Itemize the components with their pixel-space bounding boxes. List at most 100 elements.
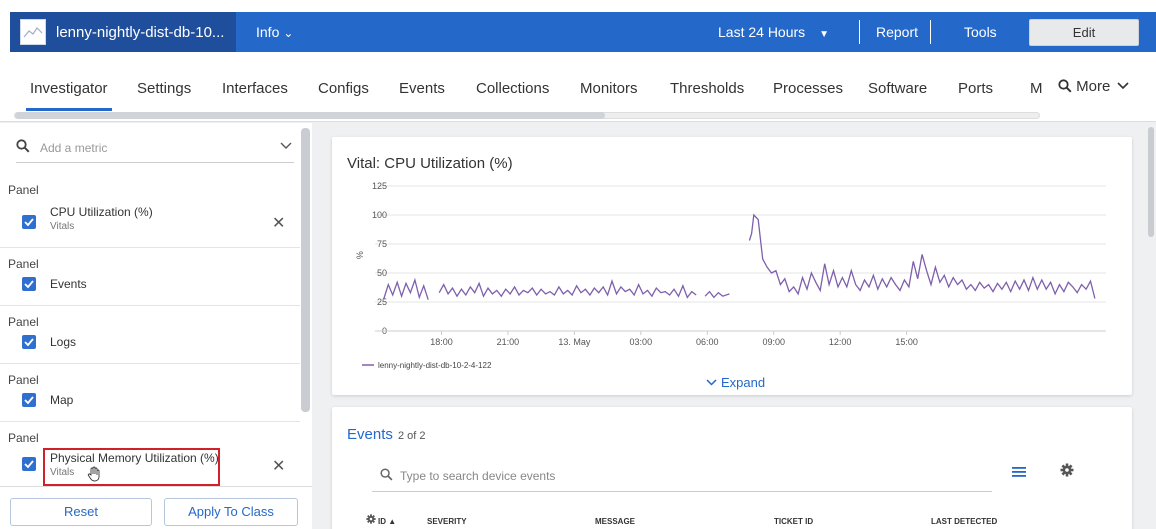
panel-group-label: Panel — [8, 183, 39, 197]
tab-events[interactable]: Events — [399, 80, 445, 97]
chevron-down-icon — [1116, 82, 1129, 90]
checkbox-checked[interactable] — [22, 393, 36, 407]
series-line — [383, 277, 429, 300]
column-header-label: ID — [378, 517, 386, 526]
x-tick-label: 09:00 — [762, 337, 785, 347]
tab-collections[interactable]: Collections — [476, 80, 549, 97]
tools-button[interactable]: Tools — [964, 12, 997, 52]
panel-item-map: Panel Map — [0, 363, 300, 421]
y-tick-label: 100 — [372, 210, 387, 220]
column-header-ticket-id[interactable]: TICKET ID — [774, 517, 813, 526]
search-icon — [1058, 79, 1072, 93]
y-axis-label: % — [355, 251, 365, 259]
checkbox-checked[interactable] — [22, 277, 36, 291]
cpu-utilization-chart: 0255075100125%18:00 21:00 13. May 03:00 06:0… — [355, 181, 1106, 370]
remove-panel-close-icon[interactable]: ✕ — [272, 213, 285, 233]
time-range-label: Last 24 Hours — [718, 24, 806, 40]
panel-group-label: Panel — [8, 373, 39, 387]
metric-search-input[interactable]: Add a metric — [16, 137, 294, 163]
reset-button[interactable]: Reset — [10, 498, 152, 526]
chevron-down-icon: ⌄ — [283, 26, 294, 40]
tab-software[interactable]: Software — [868, 80, 927, 97]
checkbox-checked[interactable] — [22, 215, 36, 229]
hand-cursor-icon — [87, 466, 100, 482]
tab-settings[interactable]: Settings — [137, 80, 191, 97]
info-menu[interactable]: Info ⌄ — [256, 12, 293, 52]
page-scrollbar[interactable] — [1146, 123, 1156, 529]
gear-icon[interactable] — [1060, 463, 1074, 477]
checkbox-checked[interactable] — [22, 457, 36, 471]
panel-title: Events — [50, 277, 87, 291]
time-range-selector[interactable]: Last 24 Hours ▼ — [718, 12, 829, 52]
edit-button[interactable]: Edit — [1029, 19, 1139, 46]
metric-search-placeholder: Add a metric — [40, 141, 108, 155]
panel-title: Map — [50, 393, 74, 407]
panel-group-label: Panel — [8, 315, 39, 329]
panel-subtitle: Vitals — [50, 221, 75, 232]
y-tick-label: 50 — [377, 268, 387, 278]
x-tick-label: 21:00 — [497, 337, 520, 347]
x-tick-label: 15:00 — [895, 337, 918, 347]
event-search-input[interactable]: Type to search device events — [372, 462, 992, 492]
y-tick-label: 75 — [377, 239, 387, 249]
panel-group-label: Panel — [8, 431, 39, 445]
tab-investigator[interactable]: Investigator — [26, 80, 112, 111]
x-tick-label: 06:00 — [696, 337, 719, 347]
tab-configs[interactable]: Configs — [318, 80, 369, 97]
event-search-placeholder: Type to search device events — [400, 469, 556, 483]
device-selector[interactable]: lenny-nightly-dist-db-10... — [10, 12, 236, 52]
panel-title: Logs — [50, 335, 77, 349]
device-thumbnail-icon — [20, 19, 46, 45]
tab-ports[interactable]: Ports — [958, 80, 993, 97]
checkbox-checked[interactable] — [22, 335, 36, 349]
series-line — [704, 290, 730, 299]
info-label: Info — [256, 24, 280, 40]
chevron-down-icon — [706, 379, 717, 386]
device-name: lenny-nightly-dist-db-10... — [56, 23, 225, 41]
panel-item-cpu: Panel CPU Utilization (%) Vitals ✕ — [0, 171, 300, 247]
legend-label[interactable]: lenny-nightly-dist-db-10-2-4-122 — [378, 361, 492, 370]
more-tabs-button[interactable]: More — [1058, 78, 1129, 95]
tab-thresholds[interactable]: Thresholds — [670, 80, 744, 97]
chevron-down-icon[interactable] — [280, 142, 292, 150]
highlight-box — [43, 448, 220, 486]
x-tick-label: 03:00 — [630, 337, 653, 347]
y-tick-label: 25 — [377, 297, 387, 307]
expand-label: Expand — [721, 375, 766, 390]
y-tick-label: 125 — [372, 181, 387, 191]
header-band — [236, 12, 1156, 52]
column-header-message[interactable]: MESSAGE — [595, 517, 635, 526]
header-divider — [930, 20, 931, 44]
sort-asc-icon: ▲ — [388, 517, 397, 526]
column-header-severity[interactable]: SEVERITY — [427, 517, 467, 526]
tab-monitors[interactable]: Monitors — [580, 80, 638, 97]
search-icon — [16, 139, 30, 153]
column-settings-gear-icon[interactable] — [366, 514, 376, 524]
tabs-scrollbar[interactable] — [14, 112, 1040, 119]
panel-item-events: Panel Events — [0, 247, 300, 305]
report-button[interactable]: Report — [876, 12, 918, 52]
remove-panel-close-icon[interactable]: ✕ — [272, 456, 285, 476]
caret-down-icon: ▼ — [819, 29, 830, 40]
x-tick-label: 18:00 — [430, 337, 453, 347]
column-header-last-detected[interactable]: LAST DETECTED — [931, 517, 997, 526]
sidebar-footer: Reset Apply To Class — [0, 486, 312, 529]
panel-group-label: Panel — [8, 257, 39, 271]
tab-interfaces[interactable]: Interfaces — [222, 80, 288, 97]
series-line — [438, 279, 697, 299]
series-line — [748, 213, 1096, 299]
expand-button[interactable]: Expand — [706, 375, 765, 390]
column-header-id[interactable]: ID ▲ — [378, 517, 396, 526]
tabs-scrollbar-thumb[interactable] — [15, 112, 605, 119]
sidebar-scrollbar[interactable] — [301, 128, 310, 412]
apply-to-class-button[interactable]: Apply To Class — [164, 498, 298, 526]
tab-processes[interactable]: Processes — [773, 80, 843, 97]
tab-m[interactable]: M — [1030, 80, 1043, 97]
list-view-icon[interactable] — [1012, 466, 1026, 478]
page-scrollbar-thumb[interactable] — [1148, 127, 1154, 237]
search-icon — [380, 468, 393, 481]
panel-item-logs: Panel Logs — [0, 305, 300, 363]
events-count: 2 of 2 — [398, 430, 426, 442]
events-title[interactable]: Events — [347, 426, 393, 443]
panel-title: CPU Utilization (%) — [50, 205, 153, 219]
